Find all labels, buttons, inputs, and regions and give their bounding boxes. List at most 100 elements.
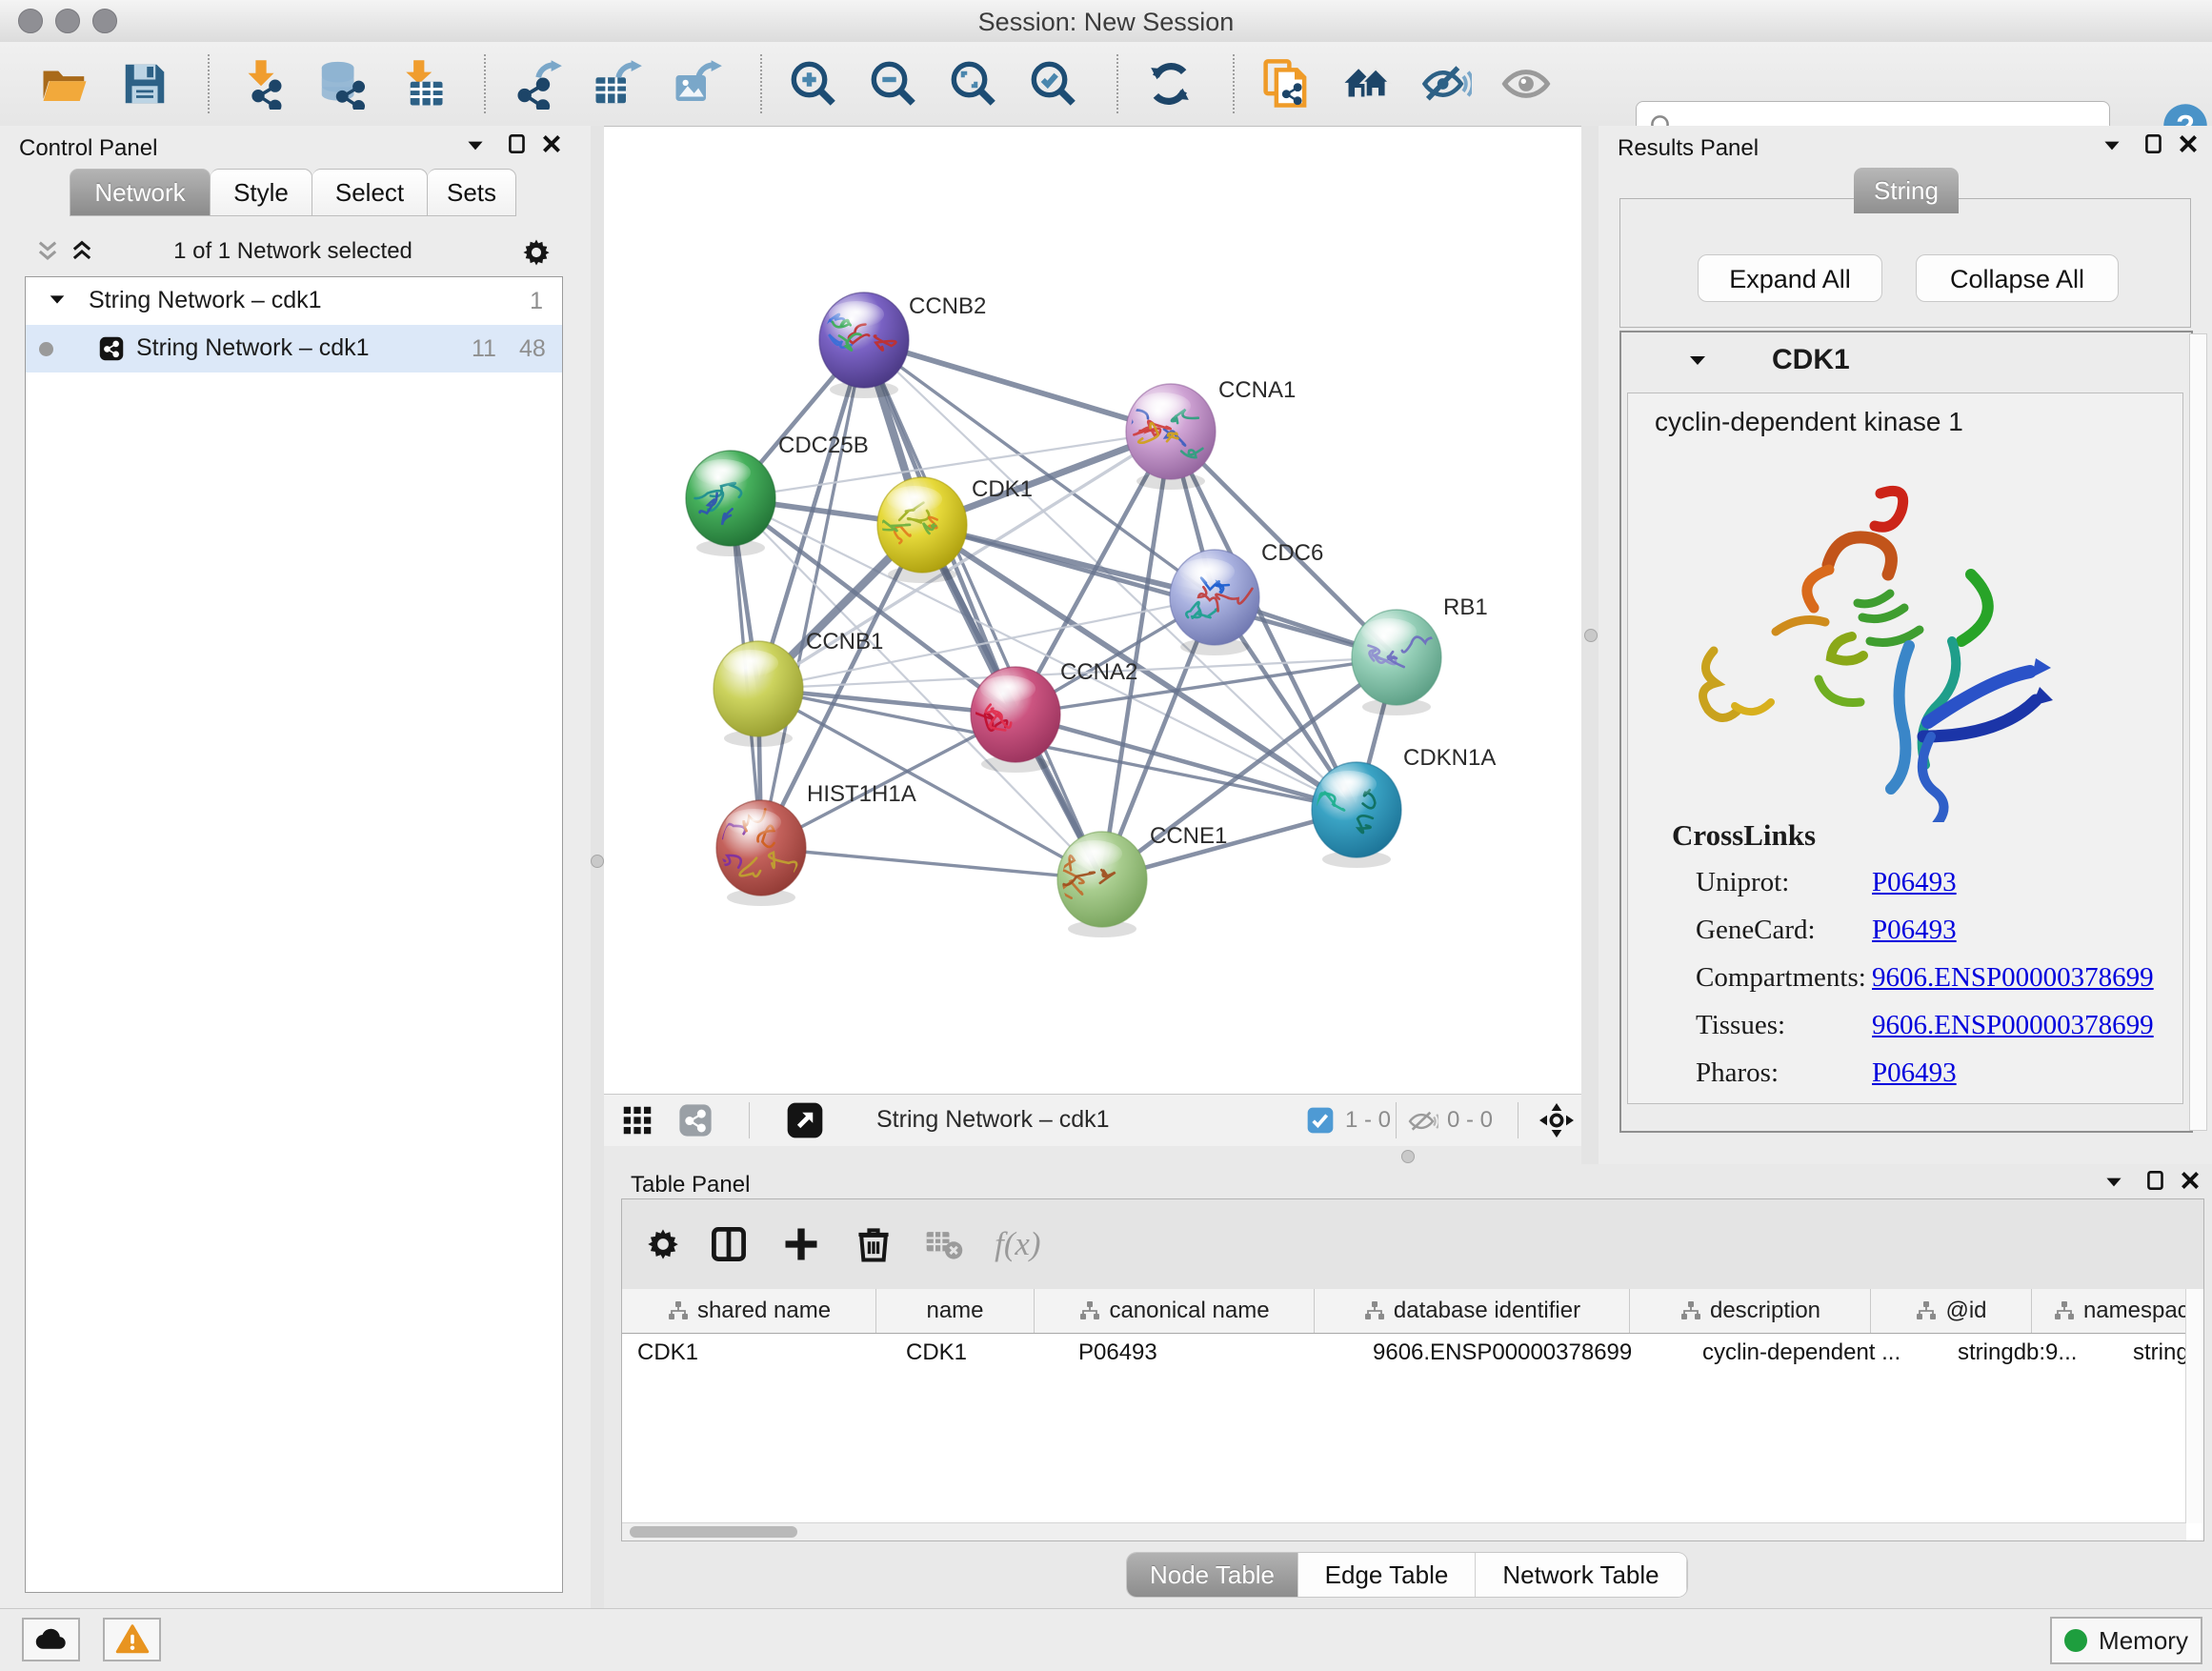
close-panel-icon[interactable]	[2178, 1168, 2202, 1193]
float-panel-icon[interactable]	[2143, 1168, 2168, 1193]
table-cell[interactable]: CDK1	[891, 1333, 1063, 1373]
panel-menu-icon[interactable]	[2101, 1170, 2126, 1195]
delete-column-icon[interactable]	[853, 1223, 895, 1265]
node-CDC6[interactable]	[1170, 550, 1259, 655]
crosslink-link[interactable]: P06493	[1872, 867, 1957, 898]
node-count: 11	[472, 335, 496, 363]
table-cell[interactable]: cyclin-dependent ...	[1687, 1333, 1942, 1373]
protein-description: cyclin-dependent kinase 1	[1655, 407, 1963, 437]
tab-network[interactable]: Network	[70, 169, 211, 216]
results-scrollbar[interactable]	[2189, 333, 2207, 1131]
column-header-database-identifier[interactable]: database identifier	[1315, 1289, 1630, 1333]
column-header-namespace[interactable]: namespace	[2032, 1289, 2186, 1333]
node-CCNE1[interactable]	[1051, 832, 1147, 937]
collection-disclosure-icon[interactable]	[47, 290, 68, 317]
open-in-new-window-icon[interactable]	[784, 1099, 826, 1146]
network-tree: String Network – cdk1 1 String Network –…	[25, 276, 563, 1593]
close-panel-icon[interactable]	[539, 131, 564, 156]
table-row[interactable]: CDK1CDK1P064939606.ENSP00000378699cyclin…	[622, 1333, 2186, 1373]
expand-all-button[interactable]: Expand All	[1698, 254, 1882, 302]
warnings-button[interactable]	[103, 1618, 161, 1661]
hide-eye-icon[interactable]	[1419, 57, 1473, 111]
grid-view-icon[interactable]	[619, 1102, 655, 1143]
scrollbar-thumb[interactable]	[630, 1526, 797, 1538]
hidden-eye-icon[interactable]	[1408, 1106, 1438, 1141]
panel-menu-icon[interactable]	[2100, 133, 2124, 158]
network-view-canvas[interactable]: CCNB2CCNA1CDC25BCDK1CDC6RB1CCNB1CCNA2CDK…	[604, 127, 1581, 1094]
column-header-canonical-name[interactable]: canonical name	[1035, 1289, 1315, 1333]
bottom-splitter-handle[interactable]	[1401, 1150, 1415, 1163]
export-image-icon[interactable]	[671, 57, 724, 111]
show-eye-icon[interactable]	[1499, 57, 1553, 111]
crosslink-link[interactable]: P06493	[1872, 915, 1957, 946]
node-CCNA1[interactable]	[1126, 384, 1216, 490]
import-database-icon[interactable]	[314, 57, 368, 111]
column-header-shared-name[interactable]: shared name	[622, 1289, 876, 1333]
status-bar: Memory	[0, 1608, 2212, 1671]
open-icon[interactable]	[38, 57, 91, 111]
show-columns-icon[interactable]	[708, 1223, 750, 1265]
refresh-icon[interactable]	[1143, 57, 1196, 111]
edge-CDK1-RB1[interactable]	[922, 525, 1397, 657]
node-RB1[interactable]	[1352, 610, 1441, 715]
export-network-icon[interactable]	[511, 57, 564, 111]
collapse-all-button[interactable]: Collapse All	[1916, 254, 2119, 302]
network-collection-row[interactable]: String Network – cdk1 1	[26, 277, 562, 325]
node-CDC25B[interactable]	[686, 451, 775, 556]
export-table-icon[interactable]	[591, 57, 644, 111]
table-vertical-scrollbar[interactable]	[2185, 1289, 2203, 1523]
save-icon[interactable]	[118, 57, 171, 111]
import-network-icon[interactable]	[234, 57, 288, 111]
zoom-out-icon[interactable]	[867, 57, 920, 111]
gear-icon[interactable]	[642, 1223, 684, 1265]
left-splitter-handle[interactable]	[591, 855, 604, 868]
right-splitter[interactable]	[1581, 126, 1599, 1164]
column-header-description[interactable]: description	[1630, 1289, 1871, 1333]
tab-select[interactable]: Select	[312, 169, 428, 216]
clone-network-icon[interactable]	[1259, 57, 1313, 111]
zoom-selected-icon[interactable]	[1027, 57, 1080, 111]
column-header--id[interactable]: @id	[1871, 1289, 2032, 1333]
column-header-name[interactable]: name	[876, 1289, 1035, 1333]
edge-CCNB2-CCNA1[interactable]	[864, 340, 1171, 432]
move-crosshair-icon[interactable]	[1538, 1101, 1576, 1144]
node-CDKN1A[interactable]	[1312, 762, 1401, 868]
gear-icon[interactable]	[518, 234, 543, 259]
tab-sets[interactable]: Sets	[428, 169, 516, 216]
zoom-fit-icon[interactable]	[947, 57, 1000, 111]
float-panel-icon[interactable]	[2142, 131, 2166, 156]
table-cell[interactable]: 9606.ENSP00000378699	[1357, 1333, 1687, 1373]
crosslink-link[interactable]: 9606.ENSP00000378699	[1872, 1010, 2154, 1041]
protein-disclosure-icon[interactable]	[1686, 350, 1709, 377]
network-graph[interactable]: CCNB2CCNA1CDC25BCDK1CDC6RB1CCNB1CCNA2CDK…	[604, 127, 1581, 1094]
tab-network-table[interactable]: Network Table	[1476, 1553, 1687, 1597]
tab-string[interactable]: String	[1854, 168, 1959, 213]
network-row-selected[interactable]: String Network – cdk1 11 48	[26, 325, 562, 372]
tab-node-table[interactable]: Node Table	[1127, 1553, 1298, 1597]
memory-button[interactable]: Memory	[2050, 1617, 2202, 1664]
panel-menu-icon[interactable]	[463, 133, 488, 158]
table-cell[interactable]: CDK1	[622, 1333, 891, 1373]
table-cell[interactable]: P06493	[1063, 1333, 1357, 1373]
table-horizontal-scrollbar[interactable]	[622, 1522, 2186, 1540]
edge-CCNA1-CCNE1[interactable]	[1102, 432, 1171, 879]
node-CCNB2[interactable]	[819, 292, 909, 398]
tab-edge-table[interactable]: Edge Table	[1298, 1553, 1476, 1597]
table-cell[interactable]: stringdb	[2118, 1333, 2186, 1373]
add-column-icon[interactable]	[780, 1223, 822, 1265]
string-home-icon[interactable]	[1339, 57, 1393, 111]
network-badge-icon[interactable]	[677, 1102, 714, 1143]
node-CCNB1[interactable]	[714, 641, 803, 747]
crosslink-link[interactable]: P06493	[1872, 1057, 1957, 1089]
node-HIST1H1A[interactable]	[711, 800, 806, 906]
crosslink-link[interactable]: 9606.ENSP00000378699	[1872, 962, 2154, 994]
tab-style[interactable]: Style	[211, 169, 312, 216]
table-cell[interactable]: stringdb:9...	[1942, 1333, 2118, 1373]
import-table-icon[interactable]	[394, 57, 448, 111]
cloud-button[interactable]	[22, 1618, 80, 1661]
zoom-in-icon[interactable]	[787, 57, 840, 111]
close-panel-icon[interactable]	[2176, 131, 2201, 156]
float-panel-icon[interactable]	[505, 131, 530, 156]
selected-checkbox-icon[interactable]	[1305, 1105, 1336, 1140]
right-splitter-handle[interactable]	[1584, 629, 1598, 642]
